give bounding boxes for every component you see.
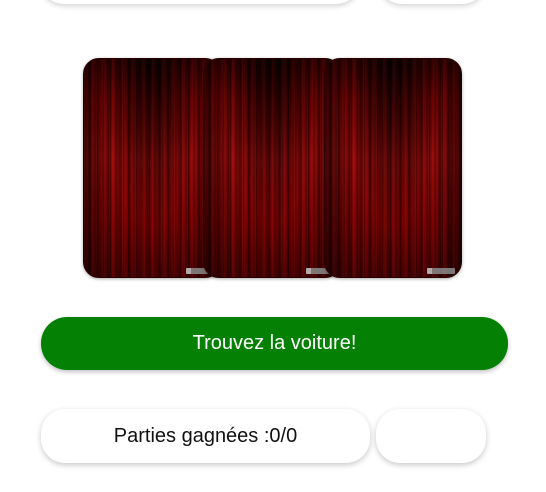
reset-button[interactable] <box>376 409 486 463</box>
cards-area <box>0 0 546 290</box>
score-display: Parties gagnées :0/0 <box>41 409 370 463</box>
curtain-card-2[interactable] <box>203 58 341 278</box>
watermark-icon <box>427 268 455 274</box>
curtain-card-1[interactable] <box>83 58 221 278</box>
find-car-button[interactable]: Trouvez la voiture! <box>41 317 508 370</box>
curtain-card-3[interactable] <box>324 58 462 278</box>
score-label: Parties gagnées :0/0 <box>113 424 298 447</box>
